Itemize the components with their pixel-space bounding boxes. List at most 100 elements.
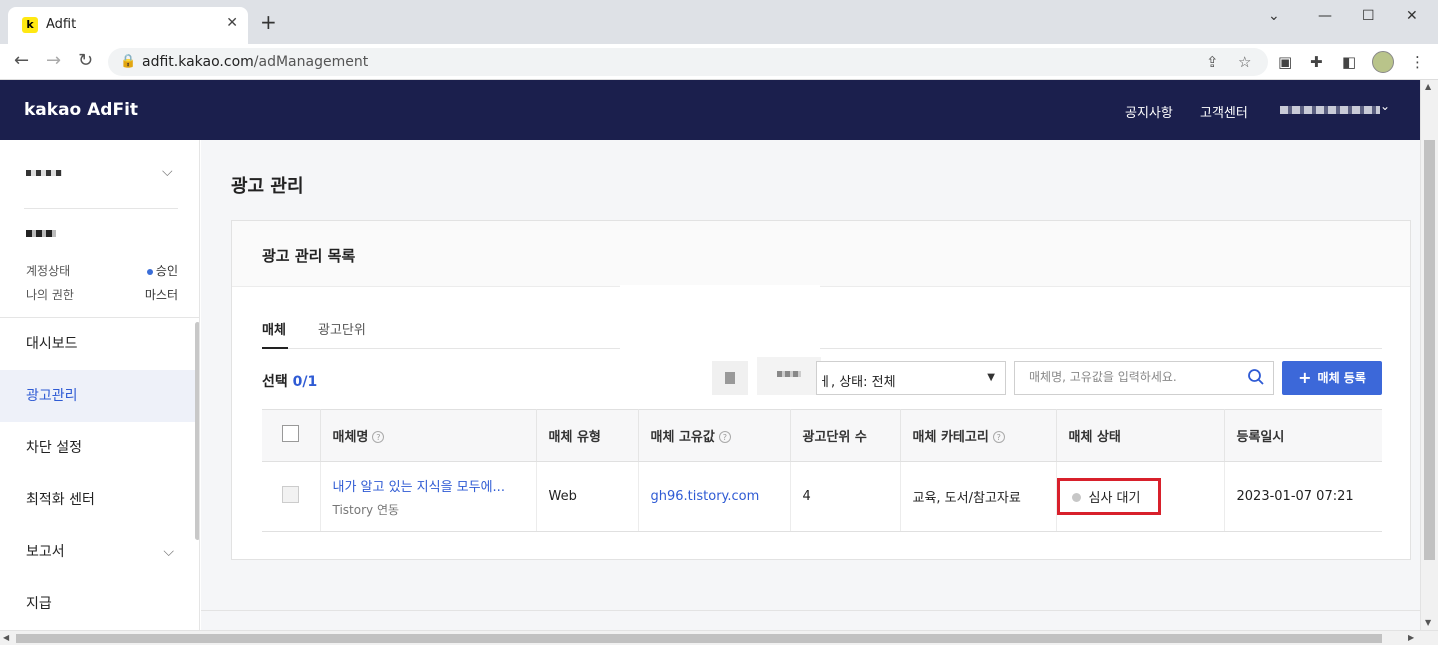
sidebar-item-block-settings[interactable]: 차단 설정 (0, 422, 196, 474)
status-badge: 심사 대기 (1088, 491, 1141, 506)
browser-tab[interactable]: k Adfit ✕ (8, 7, 248, 44)
tab-ad-unit[interactable]: 광고단위 (318, 319, 366, 349)
sidebar: ⌵ 계정상태 승인 나의 권한 마스터 대시보드 광고관리 차단 설정 최적화 … (0, 140, 200, 630)
help-icon[interactable]: ? (718, 431, 731, 443)
main-content: 광고 관리 광고 관리 목록 매체 광고단위 선택 0/1 ㅔ, 상태: 전체 … (201, 140, 1420, 630)
column-header: 매체 고유값? (638, 409, 791, 462)
card-title: 광고 관리 목록 (262, 247, 356, 265)
table-header-row: 매체명? 매체 유형 매체 고유값? 광고단위 수 매체 카테고리? 매체 상태… (262, 409, 1382, 462)
sidebar-item-ad-management[interactable]: 광고관리 (0, 370, 196, 422)
media-name-link[interactable]: 내가 알고 있는 지식을 모두에... (333, 476, 536, 495)
browser-tab-bar: k Adfit ✕ + ⌄ — ☐ ✕ (0, 0, 1438, 44)
chevron-down-icon[interactable]: ⌵ (162, 164, 173, 180)
notice-link[interactable]: 공지사항 (1125, 102, 1173, 121)
browser-toolbar: ← → ↻ 🔒 adfit.kakao.com/adManagement ⇪ ☆… (0, 44, 1438, 80)
search-icon[interactable] (1247, 368, 1265, 386)
app-header: kakao AdFit 공지사항 고객센터 ⌄ (0, 80, 1420, 140)
dropdown-arrow-icon: ▼ (987, 372, 995, 383)
kakao-adfit-logo[interactable]: kakao AdFit (24, 100, 138, 120)
bookmark-star-icon[interactable]: ☆ (1238, 53, 1251, 71)
url-text: adfit.kakao.com/adManagement (142, 54, 369, 70)
registered-date: 2023-01-07 07:21 (1224, 461, 1382, 532)
media-icon[interactable]: ▣ (1278, 54, 1292, 70)
status-dot-icon (1071, 493, 1081, 502)
ad-unit-count: 4 (790, 461, 901, 532)
page-title: 광고 관리 (231, 176, 304, 197)
row-checkbox[interactable] (282, 486, 299, 503)
selection-count: 선택 0/1 (262, 374, 318, 390)
scroll-down-icon[interactable]: ▼ (1425, 618, 1431, 627)
redacted-control[interactable] (757, 357, 821, 395)
kakao-favicon-icon: k (22, 17, 38, 33)
media-source: Tistory 연동 (332, 502, 400, 517)
support-link[interactable]: 고객센터 (1200, 102, 1248, 121)
status-highlight-box: 심사 대기 (1056, 478, 1162, 515)
forward-icon[interactable]: → (46, 51, 61, 71)
sidebar-item-optimization-center[interactable]: 최적화 센터 (0, 474, 196, 526)
redacted-control[interactable] (712, 361, 748, 395)
chevron-down-icon[interactable]: ⌄ (1380, 99, 1390, 113)
close-window-icon[interactable]: ✕ (1406, 8, 1418, 24)
tab-search-icon[interactable]: ⌄ (1268, 8, 1280, 24)
scroll-right-icon[interactable]: ▶ (1408, 633, 1414, 642)
status-filter-select[interactable]: ㅔ, 상태: 전체 ▼ (816, 361, 1006, 395)
side-panel-icon[interactable]: ◧ (1342, 54, 1356, 70)
menu-kebab-icon[interactable]: ⋮ (1410, 54, 1425, 70)
account-status-row: 계정상태 승인 (26, 262, 178, 279)
scrollbar-thumb[interactable] (1424, 140, 1435, 560)
sidebar-item-reports[interactable]: 보고서 ⌵ (0, 526, 196, 578)
sidebar-item-dashboard[interactable]: 대시보드 (0, 318, 196, 370)
scroll-left-icon[interactable]: ◀ (3, 633, 9, 642)
media-table: 매체명? 매체 유형 매체 고유값? 광고단위 수 매체 카테고리? 매체 상태… (262, 409, 1382, 532)
help-icon[interactable]: ? (992, 431, 1005, 443)
column-header: 등록일시 (1224, 409, 1382, 462)
divider (24, 208, 178, 209)
ad-management-card: 광고 관리 목록 매체 광고단위 선택 0/1 ㅔ, 상태: 전체 ▼ +매체 … (231, 220, 1411, 560)
permission-row: 나의 권한 마스터 (26, 288, 178, 302)
table-row: 내가 알고 있는 지식을 모두에... Tistory 연동 Web gh96.… (262, 461, 1382, 532)
register-media-button[interactable]: + 매체 등록 (1282, 361, 1382, 395)
new-tab-button[interactable]: + (260, 12, 277, 32)
extensions-icon[interactable]: ✚ (1310, 54, 1323, 70)
media-type: Web (536, 461, 639, 532)
lock-icon: 🔒 (120, 54, 137, 69)
sidebar-item-payment[interactable]: 지급 (0, 578, 196, 630)
reload-icon[interactable]: ↻ (78, 51, 93, 71)
back-icon[interactable]: ← (14, 51, 29, 71)
tab-title: Adfit (46, 17, 77, 32)
minimize-icon[interactable]: — (1318, 8, 1332, 24)
tab-close-icon[interactable]: ✕ (226, 15, 238, 31)
chevron-down-icon: ⌵ (163, 544, 174, 560)
column-header: 매체 상태 (1056, 409, 1225, 462)
tab-media[interactable]: 매체 (262, 319, 288, 349)
media-id-link[interactable]: gh96.tistory.com (651, 489, 760, 504)
account-selector-redacted[interactable] (26, 170, 62, 176)
permission-value: 마스터 (144, 288, 178, 302)
status-dot-icon (146, 268, 153, 275)
column-header: 매체명? (320, 409, 537, 462)
column-header: 매체 카테고리? (900, 409, 1057, 462)
maximize-icon[interactable]: ☐ (1362, 8, 1375, 24)
horizontal-scrollbar[interactable]: ◀ ▶ (0, 630, 1438, 645)
search-input[interactable] (1029, 370, 1229, 384)
vertical-scrollbar[interactable]: ▲ ▼ (1420, 80, 1438, 630)
select-all-checkbox[interactable] (282, 425, 299, 442)
help-icon[interactable]: ? (372, 431, 385, 443)
column-header: 광고단위 수 (790, 409, 901, 462)
share-icon[interactable]: ⇪ (1206, 53, 1219, 71)
scrollbar-thumb[interactable] (16, 634, 1382, 643)
card-header: 광고 관리 목록 (232, 221, 1410, 287)
account-name-redacted (26, 230, 56, 237)
sidebar-scrollbar[interactable] (195, 322, 199, 540)
tab-bar: 매체 광고단위 (262, 319, 1382, 349)
profile-avatar[interactable] (1372, 51, 1394, 73)
address-bar[interactable]: 🔒 adfit.kakao.com/adManagement ⇪ ☆ (108, 48, 1268, 76)
media-category: 교육, 도서/참고자료 (900, 461, 1057, 532)
search-field[interactable] (1014, 361, 1274, 395)
column-header: 매체 유형 (536, 409, 639, 462)
plus-icon: + (1298, 368, 1312, 387)
scroll-up-icon[interactable]: ▲ (1425, 82, 1431, 91)
user-name-redacted[interactable] (1280, 106, 1380, 114)
account-status-value: 승인 (146, 262, 178, 279)
redacted-overlay (620, 285, 820, 363)
